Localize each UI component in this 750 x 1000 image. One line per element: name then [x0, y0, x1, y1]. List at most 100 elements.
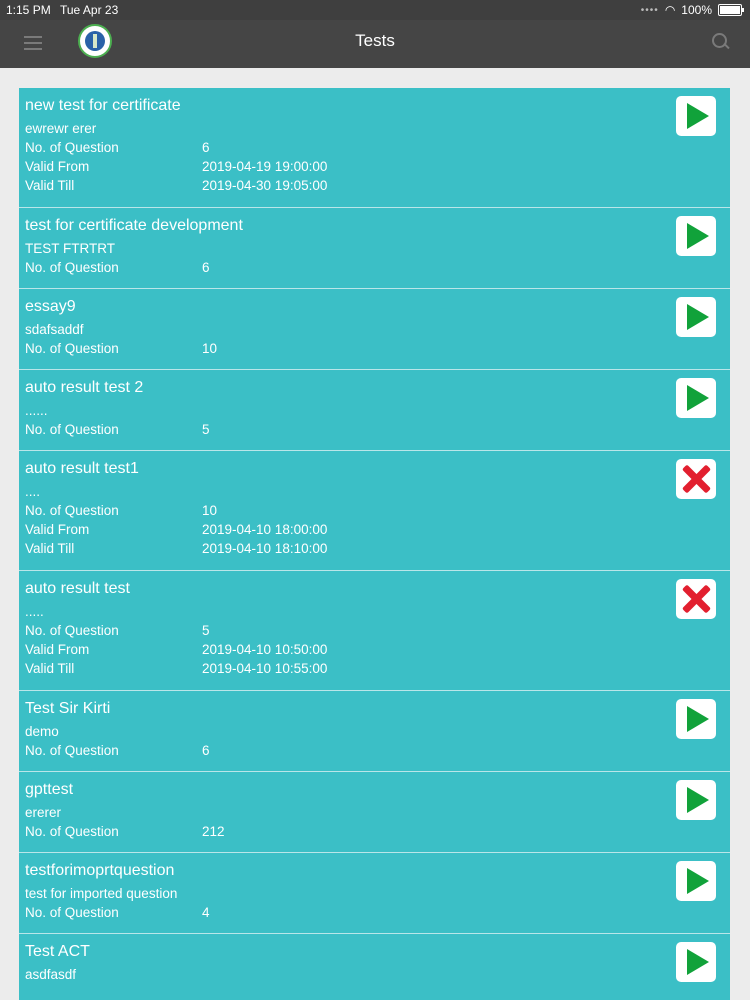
- play-icon: [687, 385, 709, 411]
- valid-from-label: Valid From: [25, 159, 90, 174]
- question-count-value: 10: [202, 341, 218, 356]
- status-time: 1:15 PM: [6, 3, 51, 17]
- valid-till-label: Valid Till: [25, 661, 75, 676]
- question-count-value: 5: [202, 422, 210, 437]
- status-bar: 1:15 PM Tue Apr 23 •••• ◠ 100%: [0, 0, 750, 20]
- test-title: auto result test: [25, 580, 130, 597]
- wifi-icon: ◠: [664, 3, 676, 17]
- question-count-label: No. of Question: [25, 140, 119, 155]
- question-count-label: No. of Question: [25, 422, 119, 437]
- cross-icon: [681, 464, 711, 494]
- question-count-row: No. of Question 5: [25, 621, 724, 640]
- start-test-button[interactable]: [676, 780, 716, 820]
- valid-till-value: 2019-04-10 10:55:00: [202, 661, 328, 676]
- test-title: testforimoprtquestion: [25, 862, 175, 879]
- question-count-value: 6: [202, 743, 210, 758]
- valid-from-row: Valid From 2019-04-10 18:00:00: [25, 520, 724, 539]
- test-title: essay9: [25, 298, 76, 315]
- search-icon[interactable]: [712, 33, 732, 53]
- valid-from-value: 2019-04-10 10:50:00: [202, 642, 328, 657]
- test-title: new test for certificate: [25, 97, 181, 114]
- test-description: .....: [25, 604, 44, 619]
- battery-icon: [718, 4, 744, 16]
- nav-bar: Tests: [0, 20, 750, 68]
- start-test-button[interactable]: [676, 297, 716, 337]
- valid-till-value: 2019-04-30 19:05:00: [202, 178, 328, 193]
- test-unavailable-button[interactable]: [676, 459, 716, 499]
- question-count-row: No. of Question 10: [25, 339, 724, 358]
- test-card[interactable]: new test for certificate ewrewr erer No. o…: [19, 88, 730, 208]
- valid-from-value: 2019-04-10 18:00:00: [202, 522, 328, 537]
- test-card[interactable]: testforimoprtquestion test for imported q…: [19, 853, 730, 934]
- test-description: ererer: [25, 805, 62, 820]
- question-count-row: No. of Question 5: [25, 420, 724, 439]
- start-test-button[interactable]: [676, 942, 716, 982]
- question-count-value: 6: [202, 260, 210, 275]
- start-test-button[interactable]: [676, 216, 716, 256]
- test-title: test for certificate development: [25, 217, 243, 234]
- valid-from-value: 2019-04-19 19:00:00: [202, 159, 328, 174]
- question-count-label: No. of Question: [25, 503, 119, 518]
- play-icon: [687, 949, 709, 975]
- play-icon: [687, 304, 709, 330]
- test-card[interactable]: auto result test..... No. of Question 5 Val…: [19, 571, 730, 691]
- test-card[interactable]: auto result test1.... No. of Question 10 Va…: [19, 451, 730, 571]
- test-description: ewrewr erer: [25, 121, 97, 136]
- question-count-value: 212: [202, 824, 225, 839]
- test-card[interactable]: auto result test 2...... No. of Question 5: [19, 370, 730, 451]
- question-count-label: No. of Question: [25, 905, 119, 920]
- question-count-row: No. of Question 4: [25, 903, 724, 922]
- question-count-row: No. of Question 212: [25, 822, 724, 841]
- question-count-row: No. of Question 6: [25, 138, 724, 157]
- status-date: Tue Apr 23: [60, 3, 119, 17]
- start-test-button[interactable]: [676, 699, 716, 739]
- test-description: sdafsaddf: [25, 322, 84, 337]
- test-title: gpttest: [25, 781, 74, 798]
- question-count-value: 6: [202, 140, 210, 155]
- test-title: auto result test 2: [25, 379, 144, 396]
- question-count-value: 5: [202, 623, 210, 638]
- play-icon: [687, 223, 709, 249]
- test-description: asdfasdf: [25, 967, 77, 982]
- test-card[interactable]: gpttest ererer No. of Question 212: [19, 772, 730, 853]
- test-card[interactable]: essay9 sdafsaddf No. of Question 10: [19, 289, 730, 370]
- multitask-dots-icon: ••••: [640, 4, 659, 16]
- question-count-value: 4: [202, 905, 210, 920]
- test-card[interactable]: test for certificate development TEST FTR…: [19, 208, 730, 289]
- valid-from-row: Valid From 2019-04-19 19:00:00: [25, 157, 724, 176]
- valid-till-row: Valid Till 2019-04-10 18:10:00: [25, 539, 724, 558]
- battery-percent: 100%: [681, 3, 712, 17]
- valid-till-value: 2019-04-10 18:10:00: [202, 541, 328, 556]
- start-test-button[interactable]: [676, 378, 716, 418]
- valid-from-label: Valid From: [25, 522, 90, 537]
- question-count-row: No. of Question 6: [25, 258, 724, 277]
- test-card[interactable]: Test Sir Kirti demo No. of Question 6: [19, 691, 730, 772]
- test-list: new test for certificate ewrewr erer No. o…: [19, 88, 730, 1000]
- play-icon: [687, 103, 709, 129]
- valid-till-label: Valid Till: [25, 541, 75, 556]
- test-card[interactable]: Test ACT asdfasdf: [19, 934, 730, 1000]
- question-count-label: No. of Question: [25, 260, 119, 275]
- valid-from-row: Valid From 2019-04-10 10:50:00: [25, 640, 724, 659]
- page-title: Tests: [355, 31, 395, 50]
- valid-till-label: Valid Till: [25, 178, 75, 193]
- question-count-label: No. of Question: [25, 743, 119, 758]
- play-icon: [687, 706, 709, 732]
- test-description: demo: [25, 724, 59, 739]
- question-count-label: No. of Question: [25, 341, 119, 356]
- test-title: Test Sir Kirti: [25, 700, 111, 717]
- question-count-label: No. of Question: [25, 824, 119, 839]
- valid-till-row: Valid Till 2019-04-30 19:05:00: [25, 176, 724, 195]
- status-indicators: •••• ◠ 100%: [640, 3, 744, 17]
- start-test-button[interactable]: [676, 96, 716, 136]
- question-count-row: No. of Question 6: [25, 741, 724, 760]
- test-title: auto result test1: [25, 460, 139, 477]
- question-count-row: No. of Question 10: [25, 501, 724, 520]
- test-description: ....: [25, 484, 41, 499]
- test-description: ......: [25, 403, 48, 418]
- test-unavailable-button[interactable]: [676, 579, 716, 619]
- start-test-button[interactable]: [676, 861, 716, 901]
- test-description: test for imported question: [25, 886, 178, 901]
- valid-till-row: Valid Till 2019-04-10 10:55:00: [25, 659, 724, 678]
- play-icon: [687, 868, 709, 894]
